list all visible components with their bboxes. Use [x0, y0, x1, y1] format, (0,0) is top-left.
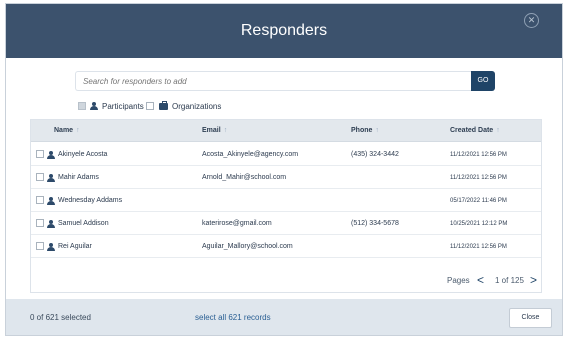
cell-name: Rei Aguilar	[58, 243, 92, 250]
table-row[interactable]: Mahir Adams Arnold_Mahir@school.com 11/1…	[31, 166, 541, 189]
participants-checkbox[interactable]	[78, 102, 86, 110]
chevron-left-icon[interactable]: <	[477, 273, 484, 287]
row-checkbox[interactable]	[36, 173, 44, 181]
pagination-label: Pages	[447, 276, 470, 285]
row-checkbox[interactable]	[36, 196, 44, 204]
row-checkbox[interactable]	[36, 242, 44, 250]
pagination-status: 1 of 125	[495, 276, 524, 285]
cell-created-date: 11/12/2021 12:56 PM	[450, 244, 507, 250]
sort-arrow-icon: ↑	[223, 127, 228, 134]
cell-name: Mahir Adams	[58, 174, 99, 181]
user-icon	[47, 197, 55, 205]
cell-email: Arnold_Mahir@school.com	[202, 174, 287, 181]
close-icon[interactable]: ✕	[524, 13, 539, 28]
chevron-right-icon[interactable]: >	[530, 273, 537, 287]
column-header-name[interactable]: Name ↑	[54, 127, 80, 134]
column-header-created-date[interactable]: Created Date ↑	[450, 127, 500, 134]
user-icon	[47, 151, 55, 159]
organizations-label: Organizations	[172, 101, 222, 111]
user-icon	[47, 174, 55, 182]
cell-created-date: 11/12/2021 12:56 PM	[450, 175, 507, 181]
modal-header: Responders ✕	[6, 4, 562, 58]
cell-name: Akinyele Acosta	[58, 151, 108, 158]
table-row[interactable]: Wednesday Addams 05/17/2022 11:46 PM	[31, 189, 541, 212]
cell-created-date: 05/17/2022 11:46 PM	[450, 198, 507, 204]
modal-title: Responders	[240, 22, 328, 39]
cell-email: Acosta_Akinyele@agency.com	[202, 151, 299, 158]
cell-created-date: 10/25/2021 12:12 PM	[450, 221, 508, 227]
cell-name: Samuel Addison	[58, 220, 109, 227]
table-header: Name ↑ Email ↑ Phone ↑ Created Date ↑	[31, 120, 541, 142]
cell-email: Aguilar_Mallory@school.com	[202, 243, 293, 250]
sort-arrow-icon: ↑	[375, 127, 379, 134]
search-input[interactable]	[75, 71, 471, 91]
select-all-link[interactable]: select all 621 records	[195, 313, 271, 322]
column-header-email[interactable]: Email ↑	[202, 127, 227, 134]
modal-footer: 0 of 621 selected select all 621 records…	[6, 299, 562, 335]
briefcase-icon	[159, 101, 168, 110]
user-icon	[47, 220, 55, 228]
cell-phone: (512) 334-5678	[351, 220, 399, 227]
selected-count: 0 of 621 selected	[30, 313, 91, 322]
user-icon	[47, 243, 55, 251]
close-button[interactable]: Close	[509, 308, 552, 328]
participants-filter[interactable]: Participants	[78, 100, 144, 112]
cell-name: Wednesday Addams	[58, 197, 123, 204]
table-row[interactable]: Akinyele Acosta Acosta_Akinyele@agency.c…	[31, 143, 541, 166]
organizations-checkbox[interactable]	[146, 102, 154, 110]
responders-table: Name ↑ Email ↑ Phone ↑ Created Date ↑ Akinye…	[30, 119, 542, 293]
participants-label: Participants	[102, 101, 144, 111]
column-header-phone[interactable]: Phone ↑	[351, 127, 379, 134]
row-checkbox[interactable]	[36, 219, 44, 227]
table-row[interactable]: Rei Aguilar Aguilar_Mallory@school.com 1…	[31, 235, 541, 258]
sort-arrow-icon: ↑	[76, 127, 80, 134]
go-button[interactable]: GO	[471, 71, 495, 91]
user-icon	[90, 102, 98, 110]
cell-phone: (435) 324-3442	[351, 151, 399, 158]
cell-email: katerirose@gmail.com	[202, 220, 272, 227]
row-checkbox[interactable]	[36, 150, 44, 158]
responders-modal: Responders ✕ GO Participants Organizatio…	[5, 3, 563, 336]
sort-arrow-icon: ↑	[496, 127, 500, 134]
table-row[interactable]: Samuel Addison katerirose@gmail.com (512…	[31, 212, 541, 235]
organizations-filter[interactable]: Organizations	[146, 100, 221, 112]
cell-created-date: 11/12/2021 12:56 PM	[450, 152, 507, 158]
